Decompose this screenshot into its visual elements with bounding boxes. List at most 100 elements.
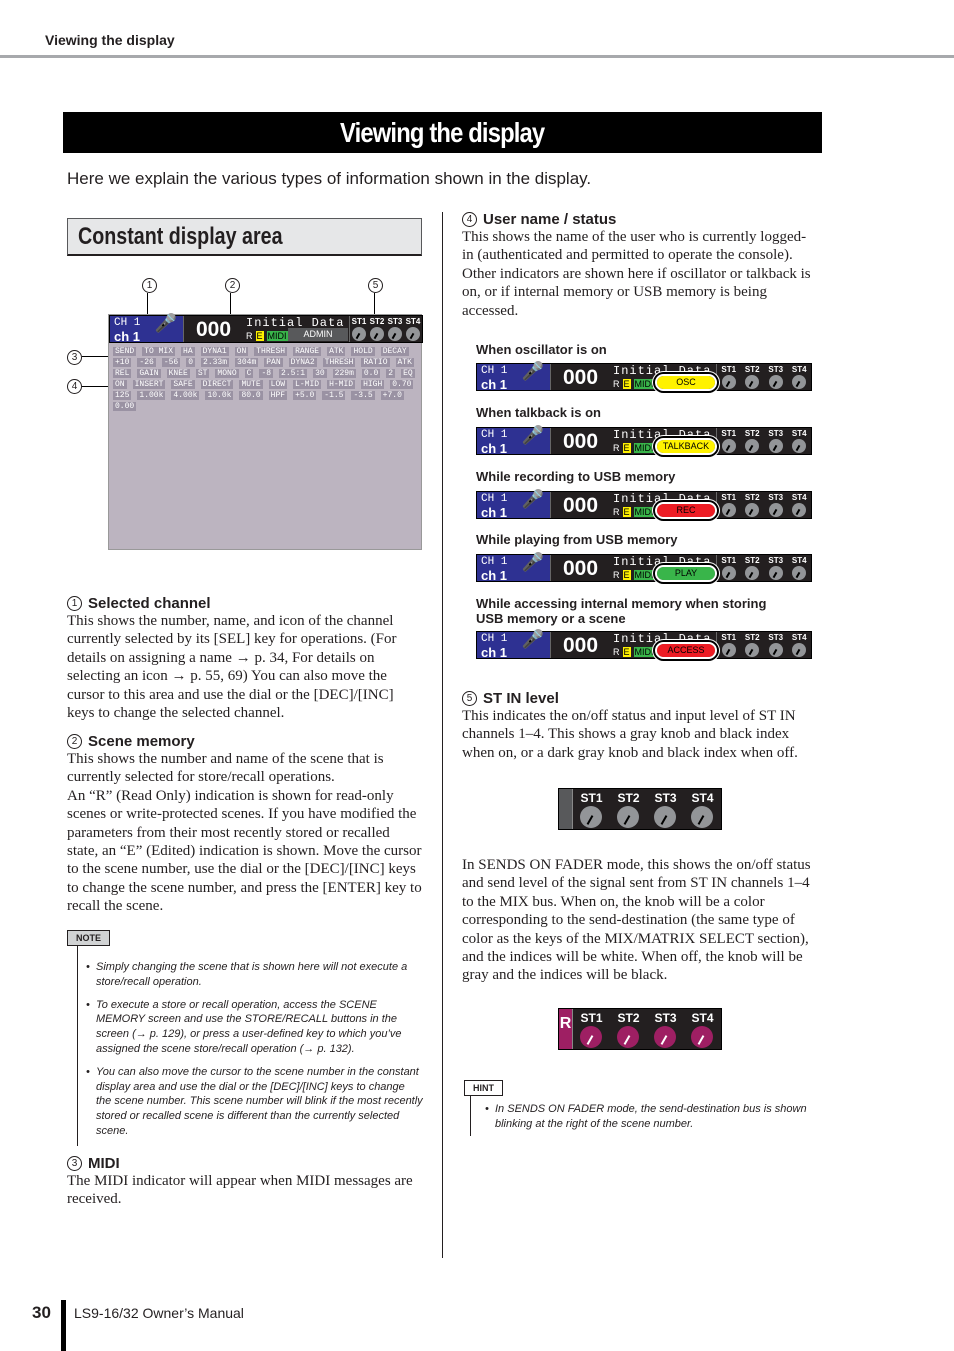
user-name: ADMIN	[288, 328, 348, 341]
status-strip-play: CH 1 ch 1 🎤 000 Initial Data R E MIDI PLAY ST…	[476, 554, 812, 583]
panel-label: L-MID	[293, 380, 322, 389]
panel-label: INSERT	[132, 380, 166, 389]
st-knob: ST1	[351, 317, 366, 342]
scene-memory[interactable]: 000 Initial Data R E MIDI ADMIN	[183, 316, 349, 342]
knob-icon	[721, 643, 736, 657]
midi-indicator: MIDI	[633, 647, 655, 657]
panel-label: EQ	[401, 369, 415, 378]
knob-icon	[745, 566, 760, 580]
note-box: NOTE Simply changing the scene that is s…	[67, 928, 423, 1146]
panel-label: 30	[313, 369, 327, 378]
knob-icon	[792, 375, 807, 389]
state-caption: While playing from USB memory	[476, 532, 678, 547]
st-knob: ST3	[654, 791, 677, 829]
knob-icon	[387, 327, 402, 341]
selected-channel[interactable]: CH 1 ch 1 🎤	[477, 555, 550, 583]
knob-icon	[351, 327, 366, 341]
knob-icon	[745, 503, 760, 517]
knob-icon	[792, 643, 807, 657]
st-knob: ST2	[370, 317, 384, 342]
st-knob: ST3	[768, 365, 783, 390]
panel-label: 10.0k	[205, 391, 234, 400]
section-user-name: 4 User name / status This shows the name …	[462, 211, 816, 320]
panel-label: 2	[386, 369, 396, 378]
knob-icon	[768, 375, 783, 389]
status-indicator: REC	[655, 502, 717, 519]
st-knob: ST2	[745, 556, 760, 581]
status-indicator: OSC	[655, 374, 717, 391]
panel-label: ST	[195, 369, 210, 378]
st-in-level[interactable]: ST1 ST2 ST3 ST4	[716, 632, 811, 658]
st-knob: ST2	[617, 791, 640, 829]
st-knob: ST2	[617, 1011, 640, 1049]
note-icon: NOTE	[67, 930, 111, 946]
heading: Selected channel	[88, 595, 211, 612]
panel-label: -56	[161, 358, 181, 367]
knob-icon	[405, 327, 420, 341]
st-knob: ST4	[405, 317, 420, 342]
st-knob: ST4	[792, 493, 807, 518]
status-indicator: ACCESS	[655, 642, 717, 659]
callout-2: 2	[225, 278, 240, 293]
panel-label: GAIN	[137, 369, 161, 378]
scene-memory[interactable]: 000 Initial Data R E MIDI PLAY	[550, 555, 717, 582]
panel-label: ON	[234, 347, 249, 356]
st-knob: ST1	[721, 556, 736, 581]
knob-icon	[721, 566, 736, 580]
panel-label: DECAY	[380, 347, 409, 356]
status-strip-access: CH 1 ch 1 🎤 000 Initial Data R E MIDI ACCESS …	[476, 631, 812, 660]
scene-memory[interactable]: 000 Initial Data R E MIDI TALKBACK	[550, 428, 717, 455]
selected-channel[interactable]: CH 1 ch 1 🎤	[477, 631, 550, 660]
hint-item: In SENDS ON FADER mode, the send-destina…	[485, 1102, 816, 1132]
selected-channel[interactable]: CH 1 ch 1 🎤	[477, 428, 550, 456]
microphone-icon: 🎤	[521, 491, 544, 511]
panel-label: 4.00k	[171, 391, 200, 400]
panel-label: HA	[181, 347, 195, 356]
selected-channel[interactable]: CH 1 ch 1 🎤	[110, 316, 183, 344]
st-in-level[interactable]: ST1 ST2 ST3 ST4	[349, 316, 422, 342]
panel-label: 229m	[332, 369, 356, 378]
st-knob: ST3	[768, 633, 783, 658]
st-in-level[interactable]: ST1 ST2 ST3 ST4	[716, 555, 811, 581]
panel-label: 304m	[235, 358, 259, 367]
st-in-knobs-sends-on-fader: R ST1 ST2 ST3 ST4	[558, 1008, 722, 1050]
section-scene-memory: 2 Scene memory This shows the number and …	[67, 733, 422, 915]
knob-icon	[691, 1026, 714, 1048]
page-number: 30	[32, 1303, 51, 1322]
status-strip-osc: CH 1 ch 1 🎤 000 Initial Data R E MIDI OSC ST1…	[476, 363, 812, 392]
knob-icon	[721, 503, 736, 517]
callout-1: 1	[142, 278, 157, 293]
panel-label: MUTE	[239, 380, 263, 389]
scene-memory[interactable]: 000 Initial Data R E MIDI ACCESS	[550, 632, 717, 659]
panel-label: 0.0	[361, 369, 381, 378]
knob-icon	[768, 503, 783, 517]
note-item: To execute a store or recall operation, …	[86, 998, 423, 1057]
body-text: This shows the number, name, and icon of…	[67, 613, 397, 722]
panel-label: -8	[259, 369, 274, 378]
midi-indicator: MIDI	[633, 379, 655, 389]
knob-icon	[617, 1026, 640, 1048]
microphone-icon: 🎤	[521, 631, 544, 651]
panel-label: H-MID	[327, 380, 356, 389]
scene-memory[interactable]: 000 Initial Data R E MIDI REC	[550, 492, 717, 519]
st-in-level[interactable]: ST1 ST2 ST3 ST4	[716, 428, 811, 454]
note-item: You can also move the cursor to the scen…	[86, 1065, 423, 1139]
panel-label: THRESH	[322, 358, 356, 367]
scene-memory[interactable]: 000 Initial Data R E MIDI OSC	[550, 364, 717, 391]
knob-icon	[745, 643, 760, 657]
state-caption: While recording to USB memory	[476, 469, 676, 484]
st-in-level[interactable]: ST1 ST2 ST3 ST4	[716, 492, 811, 518]
panel-label: RATIO	[361, 358, 390, 367]
st-knob: ST2	[745, 429, 760, 454]
st-in-level[interactable]: ST1 ST2 ST3 ST4	[716, 364, 811, 390]
st-knob: ST1	[721, 633, 736, 658]
state-caption: When talkback is on	[476, 405, 601, 420]
section-title-text: Constant display area	[78, 223, 283, 250]
status-strip-rec: CH 1 ch 1 🎤 000 Initial Data R E MIDI REC ST1…	[476, 491, 812, 520]
panel-label: ATK	[327, 347, 346, 356]
panel-label: RANGE	[293, 347, 322, 356]
selected-channel[interactable]: CH 1 ch 1 🎤	[477, 364, 550, 392]
midi-indicator: MIDI	[633, 443, 655, 453]
selected-channel[interactable]: CH 1 ch 1 🎤	[477, 491, 550, 520]
callout-3: 3	[67, 350, 82, 365]
